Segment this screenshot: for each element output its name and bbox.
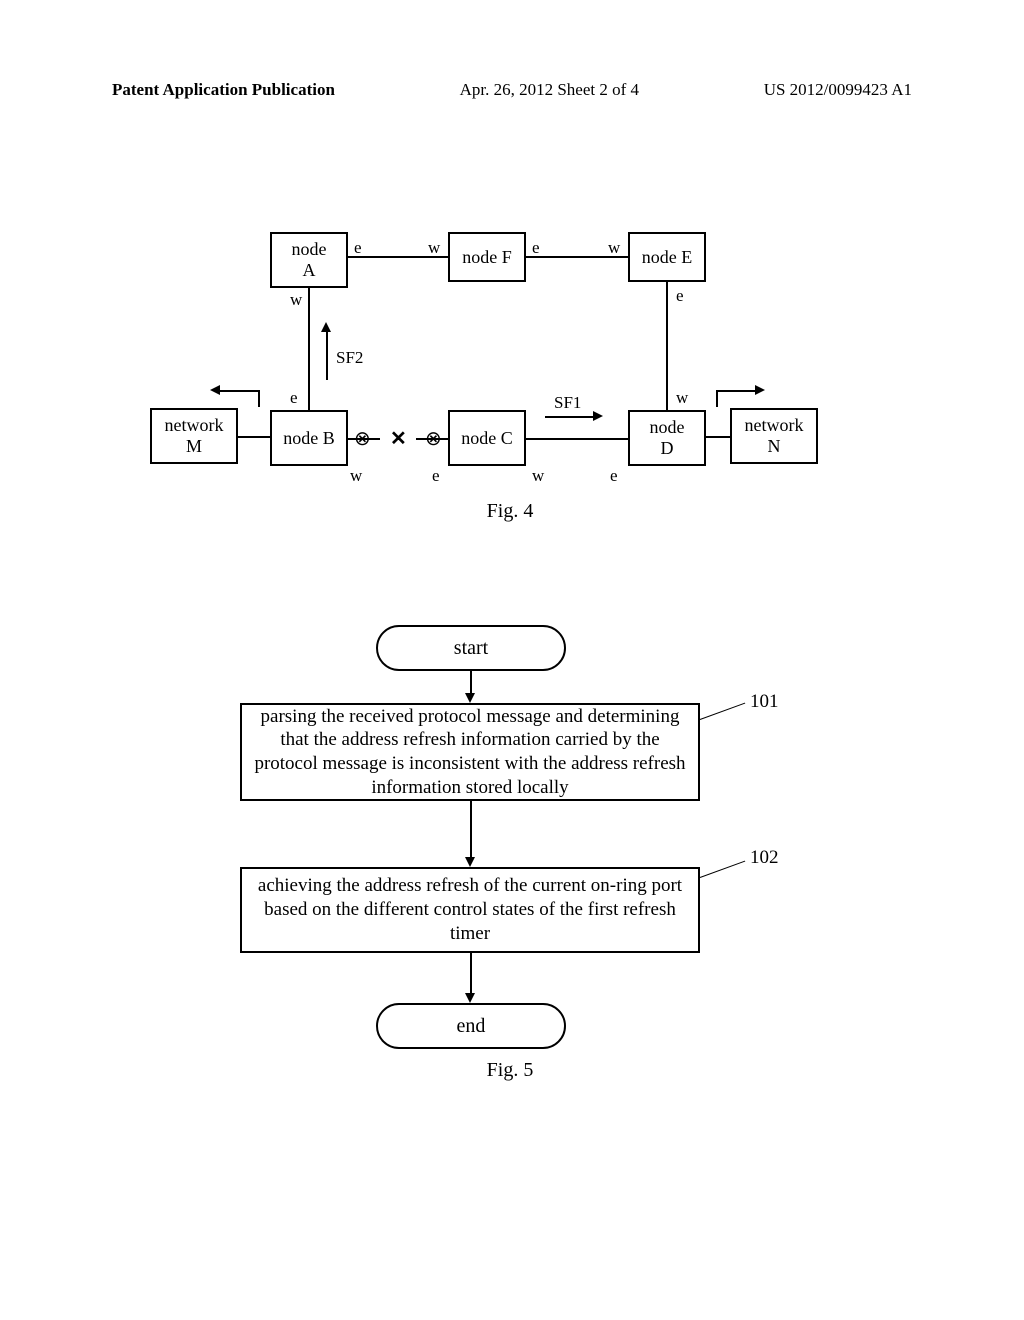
node-c-label: node C: [461, 428, 513, 449]
path-n-hook-h: [716, 390, 756, 392]
sheet-info: Apr. 26, 2012 Sheet 2 of 4: [460, 80, 639, 100]
publication-number: US 2012/0099423 A1: [764, 80, 912, 100]
flow-arrowhead-3-icon: [465, 993, 475, 1003]
flow-arrowhead-2-icon: [465, 857, 475, 867]
port-f-w: w: [428, 238, 440, 258]
link-e-d: [666, 282, 668, 410]
network-m: network M: [150, 408, 238, 464]
port-a-w: w: [290, 290, 302, 310]
path-m-arrowhead-icon: [210, 385, 220, 395]
port-c-e: e: [432, 466, 440, 486]
link-c-d: [526, 438, 628, 440]
port-a-e: e: [354, 238, 362, 258]
port-b-w: w: [350, 466, 362, 486]
network-n-label: network N: [745, 415, 804, 456]
port-c-w: w: [532, 466, 544, 486]
link-d-n: [706, 436, 730, 438]
sf1-arrowhead-icon: [593, 411, 603, 421]
port-e-w: w: [608, 238, 620, 258]
flow-arrow-1: [470, 671, 472, 695]
port-b-e: e: [290, 388, 298, 408]
node-c: node C: [448, 410, 526, 466]
sf1-label: SF1: [554, 393, 581, 413]
node-a-label: node A: [292, 239, 327, 280]
port-d-e: e: [610, 466, 618, 486]
node-d: node D: [628, 410, 706, 466]
node-e-label: node E: [642, 247, 692, 268]
link-m-b: [238, 436, 270, 438]
flow-step-101-text: parsing the received protocol message an…: [252, 705, 688, 800]
figure-5: start parsing the received protocol mess…: [220, 625, 800, 1105]
sf2-arrow-shaft: [326, 330, 328, 380]
path-m-hook-h: [220, 390, 260, 392]
flow-arrow-2: [470, 801, 472, 859]
ref-line-101: [700, 703, 745, 720]
node-f-label: node F: [462, 247, 512, 268]
flow-step-102: achieving the address refresh of the cur…: [240, 867, 700, 953]
flow-end: end: [376, 1003, 566, 1049]
figure-4: node A node F node E node B node C node …: [150, 210, 870, 520]
path-m-hook-v: [258, 390, 260, 407]
ref-line-102: [700, 861, 745, 878]
flow-start-label: start: [454, 637, 488, 660]
path-n-arrowhead-icon: [755, 385, 765, 395]
page-header: Patent Application Publication Apr. 26, …: [0, 80, 1024, 100]
flow-start: start: [376, 625, 566, 671]
blocked-port-b-w-icon: ⊗: [354, 426, 371, 451]
link-a-b: [308, 288, 310, 410]
path-n-hook-v: [716, 390, 718, 407]
node-f: node F: [448, 232, 526, 282]
node-d-label: node D: [650, 417, 685, 458]
port-d-w: w: [676, 388, 688, 408]
port-f-e: e: [532, 238, 540, 258]
ref-label-101: 101: [750, 691, 779, 713]
flow-step-101: parsing the received protocol message an…: [240, 703, 700, 801]
node-e: node E: [628, 232, 706, 282]
network-m-label: network M: [165, 415, 224, 456]
flow-step-102-text: achieving the address refresh of the cur…: [252, 874, 688, 945]
flow-end-label: end: [457, 1015, 486, 1038]
figure-4-caption: Fig. 4: [487, 500, 534, 523]
flow-arrowhead-1-icon: [465, 693, 475, 703]
sf2-label: SF2: [336, 348, 363, 368]
blocked-port-c-e-icon: ⊗: [425, 426, 442, 451]
node-b-label: node B: [283, 428, 335, 449]
port-e-e: e: [676, 286, 684, 306]
fault-icon: ✕: [390, 426, 407, 451]
network-n: network N: [730, 408, 818, 464]
flow-arrow-3: [470, 953, 472, 995]
publication-type: Patent Application Publication: [112, 80, 335, 100]
sf1-arrow-shaft: [545, 416, 593, 418]
figure-5-caption: Fig. 5: [487, 1059, 534, 1082]
sf2-arrowhead-icon: [321, 322, 331, 332]
node-a: node A: [270, 232, 348, 288]
ref-label-102: 102: [750, 847, 779, 869]
node-b: node B: [270, 410, 348, 466]
